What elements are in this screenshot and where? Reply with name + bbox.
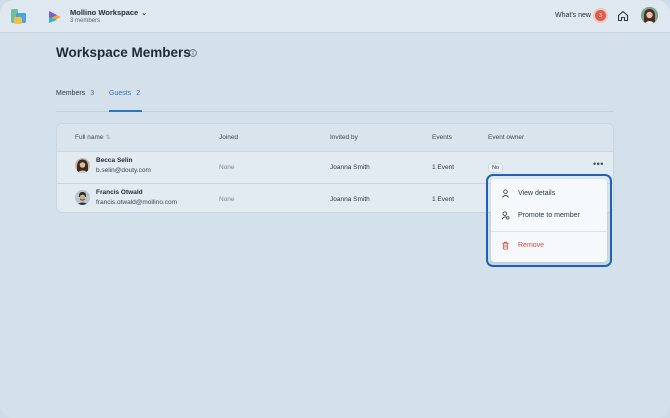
app-window: Mollino Workspace ⌄ 3 members What's new…: [0, 0, 670, 418]
member-tabs: Members 3 Guests 2: [56, 86, 614, 112]
whats-new-button[interactable]: What's new 3: [555, 10, 606, 21]
column-label: Full name: [75, 134, 104, 141]
invited-by-cell: Joanna Smith: [330, 196, 370, 203]
events-cell: 1 Event: [432, 164, 455, 171]
person-gear-icon: [501, 211, 510, 220]
column-header-invited-by: Invited by: [330, 134, 358, 141]
column-header-joined: Joined: [219, 134, 239, 141]
chevron-down-icon: ⌄: [141, 9, 148, 17]
app-logo-icon[interactable]: [9, 6, 29, 26]
menu-item-label: Remove: [518, 242, 545, 249]
person-icon: [502, 189, 509, 198]
tab-guests[interactable]: Guests 2: [109, 90, 143, 112]
sort-icon: ⇅: [105, 135, 111, 141]
home-icon[interactable]: [617, 10, 629, 22]
notification-badge: 3: [594, 10, 606, 21]
guest-email: b.selin@douty.com: [96, 167, 151, 174]
events-cell: 1 Event: [432, 196, 455, 203]
column-header-full-name[interactable]: Full name ⇅: [75, 134, 111, 141]
tab-count: 3: [90, 90, 95, 97]
page-title: Workspace Members: [56, 45, 191, 60]
guest-name: Becca Selin: [96, 157, 133, 164]
avatar: [75, 190, 90, 205]
trash-icon: [502, 241, 509, 250]
more-options-button[interactable]: •••: [593, 159, 604, 169]
event-owner-badge: No: [488, 163, 504, 173]
invited-by-cell: Joanna Smith: [330, 164, 370, 171]
guest-email: francis.otwald@mollino.com: [96, 199, 178, 206]
info-icon[interactable]: [189, 49, 197, 57]
workspace-name: Mollino Workspace: [70, 8, 139, 17]
menu-divider: [491, 231, 607, 232]
tab-members[interactable]: Members 3: [56, 90, 94, 112]
guest-name: Francis Otwald: [96, 189, 143, 196]
top-bar: Mollino Workspace ⌄ 3 members What's new…: [0, 0, 670, 33]
workspace-logo-icon[interactable]: [47, 9, 63, 25]
menu-item-remove[interactable]: Remove: [501, 241, 544, 250]
tab-count: 2: [136, 90, 141, 97]
tab-label: Members: [56, 90, 86, 97]
joined-cell: None: [219, 196, 235, 203]
table-header: Full name ⇅ Joined Invited by Events Even…: [57, 124, 613, 152]
whats-new-label: What's new: [555, 12, 591, 19]
menu-item-label: View details: [518, 190, 556, 197]
joined-cell: None: [219, 164, 235, 171]
column-header-event-owner: Event owner: [488, 134, 525, 141]
tab-label: Guests: [109, 90, 132, 97]
menu-item-label: Promote to member: [518, 212, 580, 219]
workspace-member-count: 3 members: [70, 18, 101, 24]
menu-item-promote-to-member[interactable]: Promote to member: [501, 211, 580, 220]
menu-item-view-details[interactable]: View details: [501, 189, 555, 198]
avatar: [75, 158, 90, 173]
column-header-events: Events: [432, 134, 452, 141]
workspace-switcher[interactable]: Mollino Workspace ⌄: [70, 8, 147, 17]
row-actions-menu: View details Promote to member Remove: [491, 179, 607, 262]
user-avatar[interactable]: [641, 7, 658, 24]
